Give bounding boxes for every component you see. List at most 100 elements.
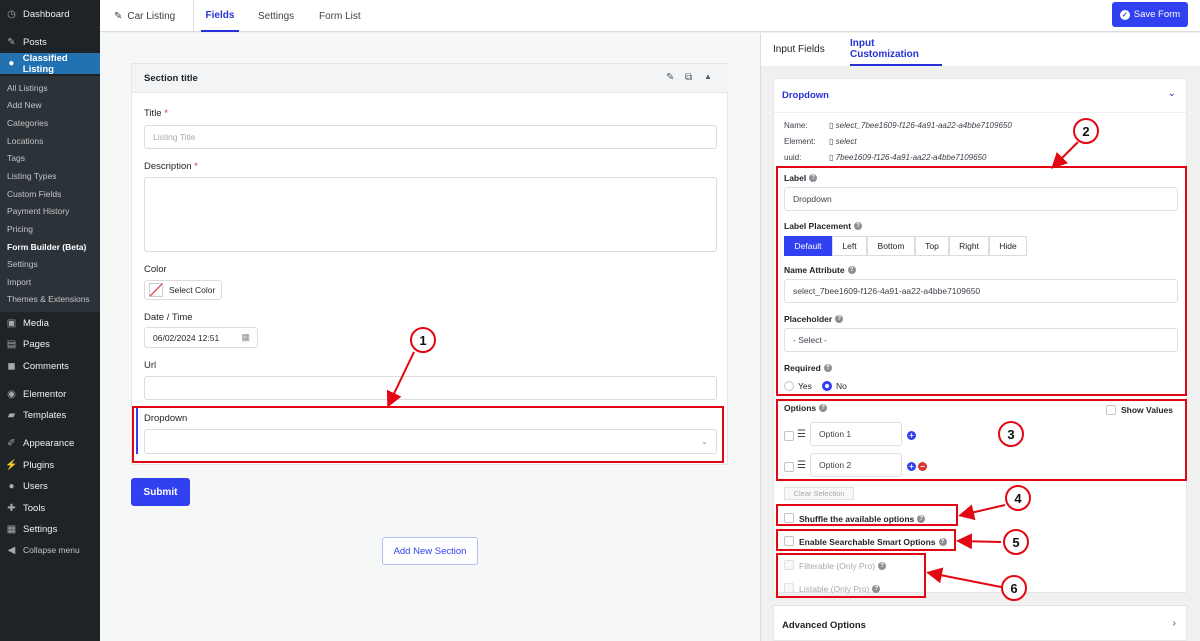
submenu-themes-extensions[interactable]: Themes & Extensions [7, 294, 90, 304]
required-no-radio[interactable]: No [822, 381, 847, 391]
submenu-categories[interactable]: Categories [7, 118, 48, 128]
settings-icon: ▦ [6, 523, 17, 535]
sidebar-item-dashboard[interactable]: ◷ Dashboard [0, 4, 100, 24]
tab-input-customization[interactable]: Input Customization [850, 33, 942, 66]
collapse-icon: ◀ [7, 544, 16, 556]
annotation-number-5: 5 [1003, 529, 1029, 555]
tab-settings[interactable]: Settings [258, 0, 294, 32]
name-attribute-input[interactable]: select_7bee1609-f126-4a91-aa22-a4bbe7109… [784, 279, 1178, 303]
sidebar-item-settings[interactable]: ▦ Settings [0, 519, 100, 539]
submenu-payment-history[interactable]: Payment History [7, 206, 69, 216]
placement-hide[interactable]: Hide [989, 236, 1027, 256]
location-icon: ● [8, 58, 15, 69]
sidebar-item-tools[interactable]: ✚ Tools [0, 498, 100, 518]
form-name[interactable]: ✎ Car Listing [114, 0, 175, 32]
submenu-add-new[interactable]: Add New [7, 100, 42, 110]
option-1-input[interactable]: Option 1 [810, 422, 902, 446]
submenu-import[interactable]: Import [7, 277, 31, 287]
datetime-input[interactable]: 06/02/2024 12:51 ▦ [144, 327, 258, 348]
clear-selection-button[interactable]: Clear Selection [784, 487, 854, 500]
sidebar-item-classified-listing[interactable]: ● Classified Listing [0, 53, 100, 75]
help-icon: ? [917, 515, 926, 523]
submenu-all-listings[interactable]: All Listings [7, 83, 48, 93]
copy-icon[interactable]: ⧉ [685, 72, 692, 83]
select-color-button[interactable]: Select Color [144, 280, 222, 300]
comment-icon: ◼ [7, 360, 16, 372]
sidebar-item-elementor[interactable]: ◉ Elementor [0, 384, 100, 404]
filterable-checkbox[interactable] [784, 560, 794, 570]
tab-form-list[interactable]: Form List [319, 0, 361, 32]
meta-name-value: ▯ select_7bee1609-f126-4a91-aa22-a4bbe71… [829, 121, 1012, 130]
listable-checkbox[interactable] [784, 583, 794, 593]
field-settings-panel: Input Fields Input Customization Dropdow… [760, 33, 1200, 641]
placement-default[interactable]: Default [784, 236, 832, 256]
drag-handle-icon[interactable]: ☰ [797, 460, 806, 471]
brush-icon: ✐ [7, 437, 16, 449]
card-header[interactable]: Dropdown ⌄ [774, 79, 1186, 113]
tab-fields[interactable]: Fields [201, 0, 239, 32]
add-option-icon[interactable]: + [907, 462, 916, 471]
option-1-checkbox[interactable] [784, 431, 794, 441]
title-input[interactable]: Listing Title [144, 125, 717, 149]
option-2-checkbox[interactable] [784, 462, 794, 472]
edit-icon[interactable]: ✎ [666, 72, 674, 83]
advanced-options-header[interactable]: Advanced Options › [773, 605, 1187, 641]
clipboard-icon: ▯ [829, 121, 834, 130]
sidebar-item-posts[interactable]: ✎ Posts [0, 32, 100, 52]
sidebar-collapse-menu[interactable]: ◀ Collapse menu [0, 540, 100, 560]
required-yes-radio[interactable]: Yes [784, 381, 812, 391]
submenu-form-builder[interactable]: Form Builder (Beta) [7, 242, 86, 252]
submenu-pricing[interactable]: Pricing [7, 224, 33, 234]
url-input[interactable] [144, 376, 717, 400]
label-input[interactable]: Dropdown [784, 187, 1178, 211]
sidebar-item-users[interactable]: ● Users [0, 476, 100, 496]
dropdown-select[interactable]: ⌄ [144, 429, 717, 454]
annotation-number-1: 1 [410, 327, 436, 353]
remove-option-icon[interactable]: − [918, 462, 927, 471]
placeholder-input[interactable]: - Select - [784, 328, 1178, 352]
advanced-options-title: Advanced Options [782, 620, 866, 631]
check-icon: ✓ [1119, 9, 1130, 20]
panel-body: Dropdown ⌄ Name: ▯ select_7bee1609-f126-… [761, 66, 1200, 641]
add-new-section-button[interactable]: Add New Section [382, 537, 478, 565]
show-values-checkbox[interactable] [1106, 405, 1116, 415]
placement-right[interactable]: Right [949, 236, 989, 256]
help-icon: ? [854, 222, 863, 230]
color-swatch-icon [149, 283, 163, 297]
sidebar-item-media[interactable]: ▣ Media [0, 313, 100, 333]
placement-top[interactable]: Top [915, 236, 949, 256]
sidebar-item-templates[interactable]: ▰ Templates [0, 405, 100, 425]
add-option-icon[interactable]: + [907, 431, 916, 440]
option-2-input[interactable]: Option 2 [810, 453, 902, 477]
submenu-tags[interactable]: Tags [7, 153, 25, 163]
tab-input-fields[interactable]: Input Fields [773, 33, 825, 66]
calendar-icon: ▦ [241, 332, 250, 342]
placement-bottom[interactable]: Bottom [867, 236, 915, 256]
description-textarea[interactable] [144, 177, 717, 252]
submenu-custom-fields[interactable]: Custom Fields [7, 189, 61, 199]
listable-label: Listable (Only Pro) ? [799, 584, 881, 594]
form-builder-topbar: ✎ Car Listing Fields Settings Form List ✓… [100, 0, 1200, 32]
sidebar-item-plugins[interactable]: ⚡ Plugins [0, 455, 100, 475]
submenu-locations[interactable]: Locations [7, 136, 43, 146]
label-placement-title: Label Placement? [784, 221, 863, 231]
help-icon: ? [847, 266, 856, 274]
section-header[interactable]: Section title ✎ ⧉ ▲ [132, 64, 729, 93]
url-field-label: Url [144, 360, 157, 371]
help-icon: ? [819, 404, 828, 412]
shuffle-checkbox[interactable] [784, 513, 794, 523]
submenu-listing-types[interactable]: Listing Types [7, 171, 56, 181]
searchable-checkbox[interactable] [784, 536, 794, 546]
sidebar-item-appearance[interactable]: ✐ Appearance [0, 433, 100, 453]
placement-left[interactable]: Left [832, 236, 867, 256]
save-form-button[interactable]: ✓ Save Form [1112, 2, 1188, 27]
drag-handle-icon[interactable]: ☰ [797, 429, 806, 440]
chevron-down-icon: ⌄ [701, 437, 708, 446]
submenu-settings[interactable]: Settings [7, 259, 38, 269]
radio-dot [822, 381, 832, 391]
sidebar-item-comments[interactable]: ◼ Comments [0, 356, 100, 376]
submit-button[interactable]: Submit [131, 478, 190, 506]
folder-icon: ▰ [7, 409, 16, 421]
collapse-up-icon[interactable]: ▲ [704, 72, 712, 81]
sidebar-item-pages[interactable]: ▤ Pages [0, 334, 100, 354]
